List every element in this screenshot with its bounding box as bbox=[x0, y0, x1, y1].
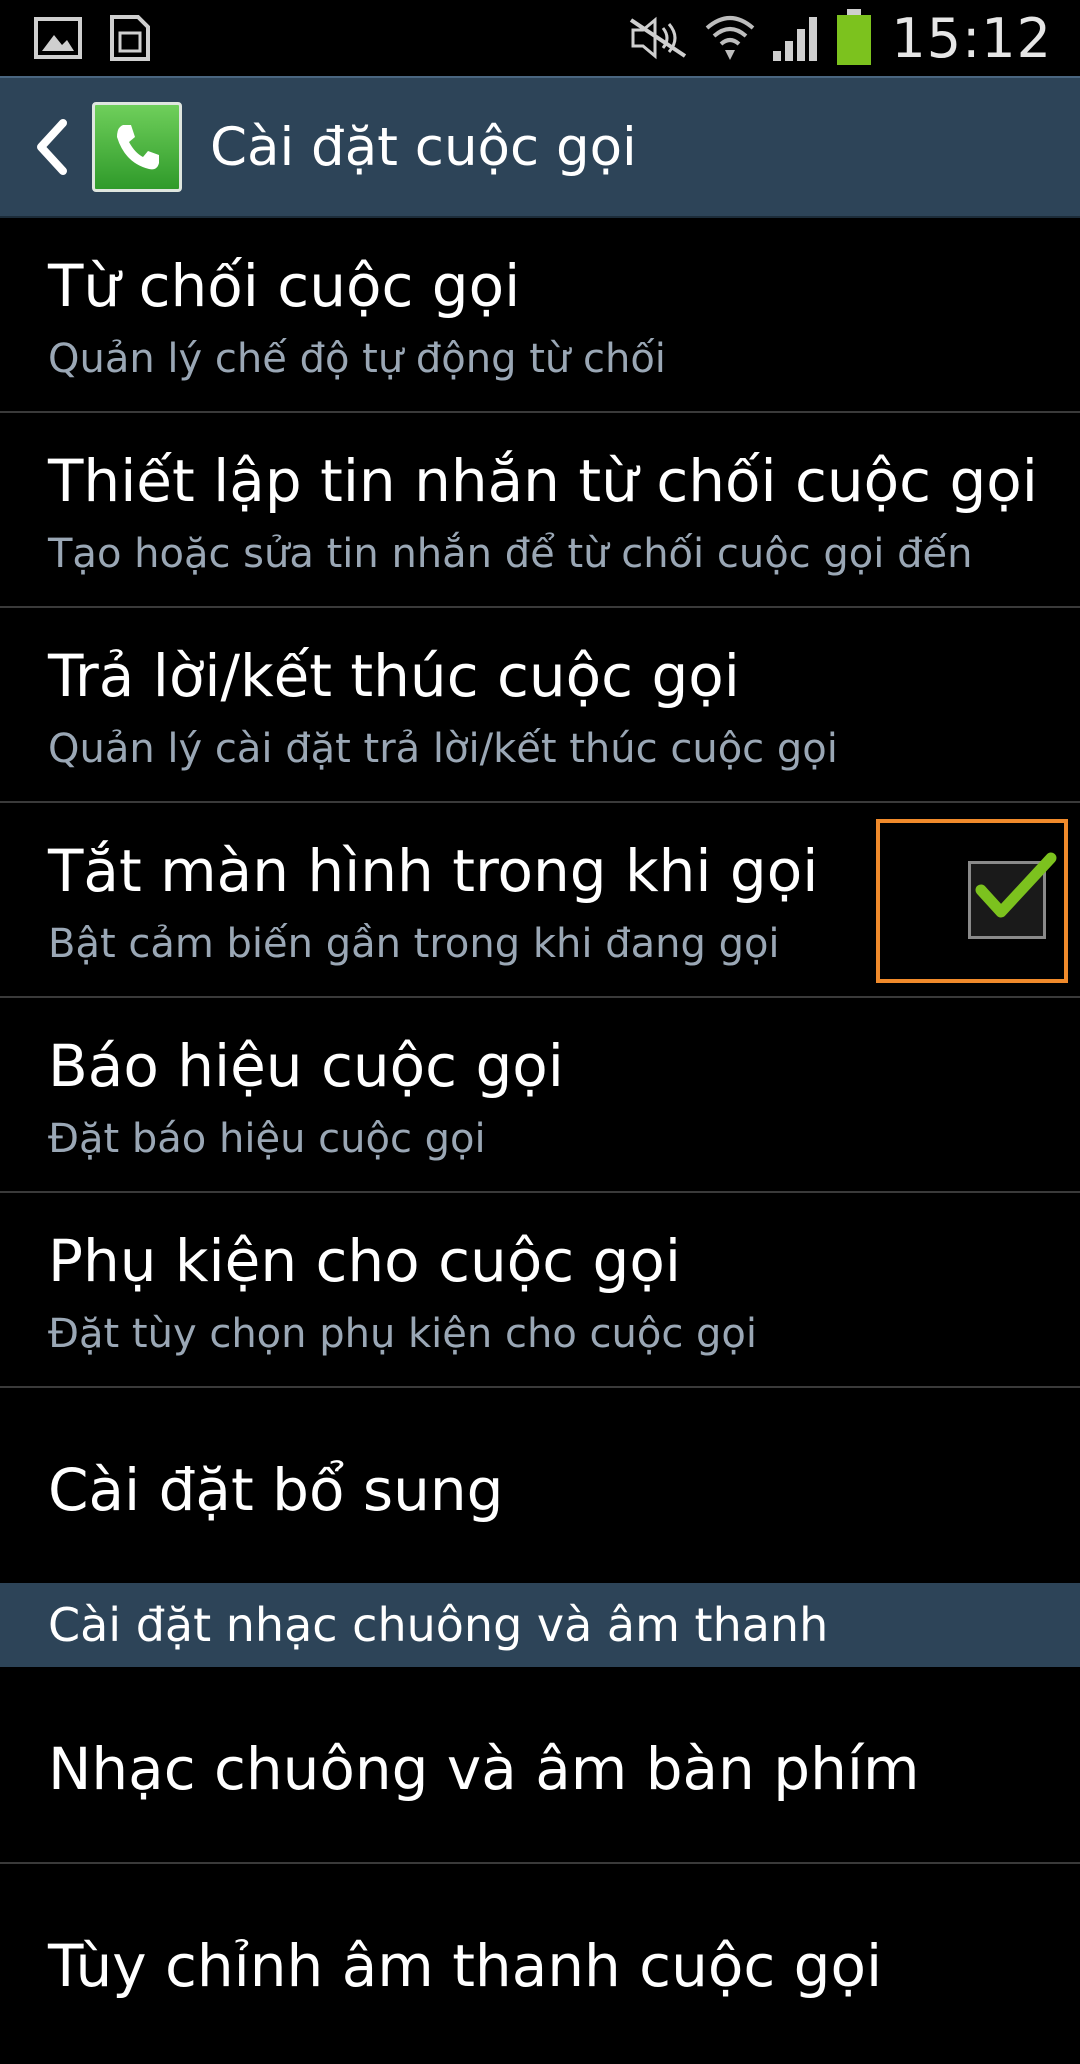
wifi-icon bbox=[703, 12, 757, 64]
item-title: Từ chối cuộc gọi bbox=[48, 252, 521, 320]
item-title: Nhạc chuông và âm bàn phím bbox=[48, 1735, 920, 1803]
proximity-sensor-checkbox[interactable] bbox=[968, 852, 1057, 939]
list-item-answer-end-calls[interactable]: Trả lời/kết thúc cuộc gọi Quản lý cài đặ… bbox=[0, 608, 1080, 803]
back-arrow-icon[interactable] bbox=[22, 112, 82, 182]
item-title: Thiết lập tin nhắn từ chối cuộc gọi bbox=[48, 447, 1038, 515]
gallery-icon bbox=[34, 15, 82, 61]
item-subtitle: Đặt báo hiệu cuộc gọi bbox=[48, 1116, 486, 1162]
mute-icon bbox=[627, 16, 689, 60]
section-header-ringtones: Cài đặt nhạc chuông và âm thanh bbox=[0, 1583, 1080, 1667]
settings-list: Từ chối cuộc gọi Quản lý chế độ tự động … bbox=[0, 218, 1080, 2064]
list-item-screen-off-during-call[interactable]: Tắt màn hình trong khi gọi Bật cảm biến … bbox=[0, 803, 1080, 998]
list-item-reject-calls[interactable]: Từ chối cuộc gọi Quản lý chế độ tự động … bbox=[0, 218, 1080, 413]
item-title: Trả lời/kết thúc cuộc gọi bbox=[48, 642, 740, 710]
list-item-call-sound[interactable]: Tùy chỉnh âm thanh cuộc gọi bbox=[0, 1864, 1080, 2064]
list-item-reject-messages[interactable]: Thiết lập tin nhắn từ chối cuộc gọi Tạo … bbox=[0, 413, 1080, 608]
sim-card-icon bbox=[108, 13, 152, 63]
status-clock: 15:12 bbox=[891, 6, 1052, 70]
list-item-call-alerts[interactable]: Báo hiệu cuộc gọi Đặt báo hiệu cuộc gọi bbox=[0, 998, 1080, 1193]
page-title: Cài đặt cuộc gọi bbox=[210, 116, 637, 178]
item-title: Tắt màn hình trong khi gọi bbox=[48, 837, 819, 905]
battery-icon bbox=[835, 9, 873, 67]
status-bar: 15:12 bbox=[0, 0, 1080, 76]
status-left bbox=[34, 13, 178, 63]
item-subtitle: Đặt tùy chọn phụ kiện cho cuộc gọi bbox=[48, 1311, 758, 1357]
list-item-call-accessories[interactable]: Phụ kiện cho cuộc gọi Đặt tùy chọn phụ k… bbox=[0, 1193, 1080, 1388]
item-subtitle: Bật cảm biến gần trong khi đang gọi bbox=[48, 921, 780, 967]
item-title: Tùy chỉnh âm thanh cuộc gọi bbox=[48, 1932, 883, 2000]
item-subtitle: Quản lý cài đặt trả lời/kết thúc cuộc gọ… bbox=[48, 726, 838, 772]
phone-app-icon[interactable] bbox=[92, 102, 182, 192]
checkmark-icon bbox=[975, 852, 1057, 918]
highlight-box bbox=[876, 819, 1068, 983]
item-title: Phụ kiện cho cuộc gọi bbox=[48, 1227, 681, 1295]
item-subtitle: Quản lý chế độ tự động từ chối bbox=[48, 336, 666, 382]
item-title: Cài đặt bổ sung bbox=[48, 1456, 504, 1524]
item-title: Báo hiệu cuộc gọi bbox=[48, 1032, 564, 1100]
list-item-ringtones-keytones[interactable]: Nhạc chuông và âm bàn phím bbox=[0, 1667, 1080, 1864]
status-right: 15:12 bbox=[613, 7, 1052, 70]
signal-icon bbox=[771, 13, 821, 63]
list-item-additional-settings[interactable]: Cài đặt bổ sung bbox=[0, 1388, 1080, 1583]
action-bar: Cài đặt cuộc gọi bbox=[0, 76, 1080, 218]
item-subtitle: Tạo hoặc sửa tin nhắn để từ chối cuộc gọ… bbox=[48, 531, 973, 577]
